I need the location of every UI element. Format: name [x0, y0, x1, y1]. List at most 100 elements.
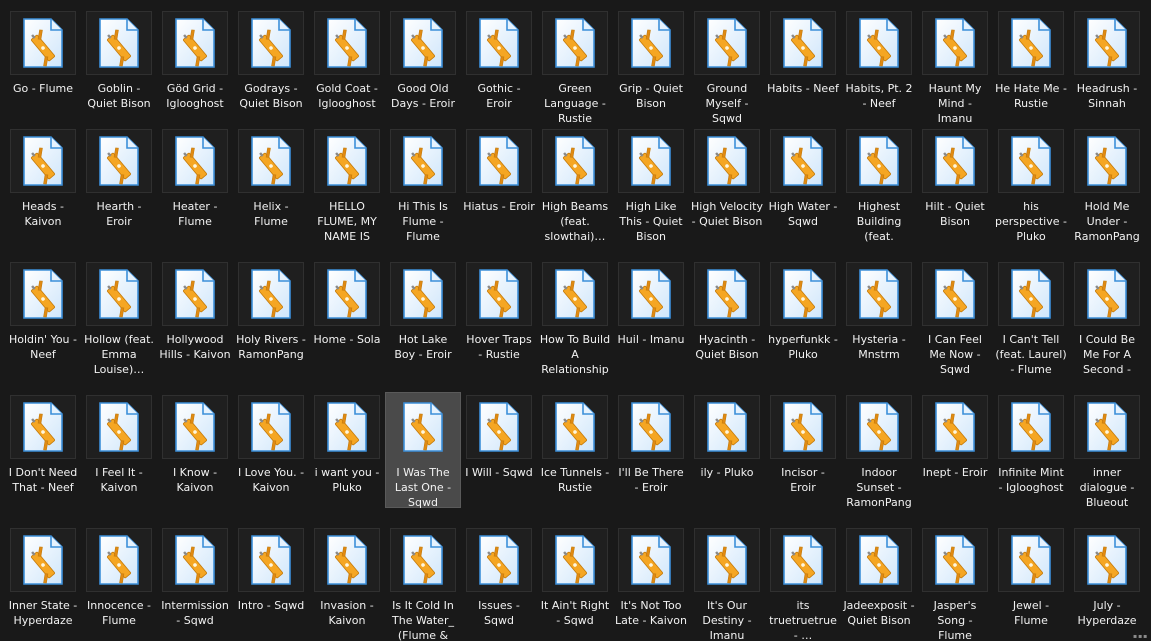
file-item[interactable]: Good Old Days - Eroir [385, 8, 461, 112]
file-thumbnail[interactable] [846, 262, 912, 326]
file-item[interactable]: High Water - Sqwd [765, 126, 841, 230]
file-item[interactable]: Hilt - Quiet Bison [917, 126, 993, 230]
file-thumbnail[interactable] [1074, 129, 1140, 193]
file-thumbnail[interactable] [238, 395, 304, 459]
file-thumbnail[interactable] [998, 262, 1064, 326]
file-item[interactable]: I Love You. - Kaivon [233, 392, 309, 496]
file-item[interactable]: Hover Traps - Rustie [461, 259, 537, 363]
file-thumbnail[interactable] [10, 528, 76, 592]
file-item[interactable]: its truetruetrue - … [765, 525, 841, 641]
file-thumbnail[interactable] [10, 262, 76, 326]
file-item[interactable]: Home - Sola [309, 259, 385, 348]
file-thumbnail[interactable] [922, 11, 988, 75]
file-item[interactable]: Hysteria - Mnstrm [841, 259, 917, 363]
file-item[interactable]: Go - Flume [5, 8, 81, 97]
file-item[interactable]: I Will - Sqwd [461, 392, 537, 481]
file-thumbnail[interactable] [390, 129, 456, 193]
file-item[interactable]: hyperfunkk - Pluko [765, 259, 841, 363]
file-thumbnail[interactable] [618, 395, 684, 459]
file-item[interactable]: Is It Cold In The Water_ (Flume & [385, 525, 461, 641]
file-thumbnail[interactable] [86, 11, 152, 75]
file-thumbnail[interactable] [618, 528, 684, 592]
file-thumbnail[interactable] [10, 129, 76, 193]
file-item[interactable]: Issues - Sqwd [461, 525, 537, 629]
file-item[interactable]: Invasion - Kaivon [309, 525, 385, 629]
file-item[interactable]: Green Language - Rustie [537, 8, 613, 127]
file-thumbnail[interactable] [618, 129, 684, 193]
file-thumbnail[interactable] [922, 395, 988, 459]
file-thumbnail[interactable] [1074, 11, 1140, 75]
file-thumbnail[interactable] [694, 129, 760, 193]
file-item[interactable]: Infinite Mint - Iglooghost [993, 392, 1069, 496]
file-thumbnail[interactable] [86, 262, 152, 326]
file-item[interactable]: Inept - Eroir [917, 392, 993, 481]
file-item[interactable]: i want you - Pluko [309, 392, 385, 496]
file-thumbnail[interactable] [162, 262, 228, 326]
file-thumbnail[interactable] [314, 262, 380, 326]
file-item[interactable]: Hollow (feat. Emma Louise)… [81, 259, 157, 378]
file-item[interactable]: Gothic - Eroir [461, 8, 537, 112]
file-item[interactable]: HELLO FLUME, MY NAME IS GRANT - … [309, 126, 385, 245]
file-item[interactable]: How To Build A Relationship (feat. JP… [537, 259, 613, 378]
file-thumbnail[interactable] [86, 395, 152, 459]
file-item[interactable]: Jadeexposit - Quiet Bison [841, 525, 917, 629]
file-item[interactable]: Hi This Is Flume - Flume [385, 126, 461, 245]
file-thumbnail[interactable] [10, 395, 76, 459]
file-thumbnail[interactable] [846, 129, 912, 193]
file-item[interactable]: Helix - Flume [233, 126, 309, 230]
file-thumbnail[interactable] [694, 528, 760, 592]
file-item[interactable]: I Feel It - Kaivon [81, 392, 157, 496]
file-item[interactable]: I Was The Last One - Sqwd [385, 392, 461, 509]
file-item[interactable]: Hiatus - Eroir [461, 126, 537, 215]
file-item[interactable]: Jewel - Flume [993, 525, 1069, 629]
file-item[interactable]: Godrays - Quiet Bison [233, 8, 309, 112]
file-thumbnail[interactable] [10, 11, 76, 75]
file-thumbnail[interactable] [922, 262, 988, 326]
file-item[interactable]: Intermission - Sqwd [157, 525, 233, 629]
file-item[interactable]: Heads - Kaivon [5, 126, 81, 230]
file-thumbnail[interactable] [238, 11, 304, 75]
file-item[interactable]: Innocence - Flume [81, 525, 157, 629]
file-thumbnail[interactable] [86, 129, 152, 193]
file-thumbnail[interactable] [1074, 528, 1140, 592]
file-thumbnail[interactable] [86, 528, 152, 592]
file-item[interactable]: Hold Me Under - RamonPang [1069, 126, 1145, 245]
file-thumbnail[interactable] [314, 395, 380, 459]
file-thumbnail[interactable] [238, 528, 304, 592]
file-thumbnail[interactable] [466, 395, 532, 459]
file-item[interactable]: Huil - Imanu [613, 259, 689, 348]
file-thumbnail[interactable] [542, 528, 608, 592]
file-thumbnail[interactable] [922, 528, 988, 592]
file-item[interactable]: Hot Lake Boy - Eroir [385, 259, 461, 363]
file-thumbnail[interactable] [1074, 262, 1140, 326]
file-thumbnail[interactable] [694, 11, 760, 75]
file-thumbnail[interactable] [1074, 395, 1140, 459]
file-item[interactable]: I Can Feel Me Now - Sqwd [917, 259, 993, 378]
file-item[interactable]: July - Hyperdaze [1069, 525, 1145, 629]
file-thumbnail[interactable] [846, 11, 912, 75]
file-item[interactable]: It's Our Destiny - Imanu [689, 525, 765, 641]
file-item[interactable]: Highest Building (feat. Oklou)… [841, 126, 917, 245]
file-thumbnail[interactable] [770, 528, 836, 592]
file-thumbnail[interactable] [238, 129, 304, 193]
file-item[interactable]: It Ain't Right - Sqwd [537, 525, 613, 629]
file-item[interactable]: his perspective - Pluko [993, 126, 1069, 245]
file-item[interactable]: ily - Pluko [689, 392, 765, 481]
file-item[interactable]: I Don't Need That - Neef [5, 392, 81, 496]
file-item[interactable]: Intro - Sqwd [233, 525, 309, 614]
file-item[interactable]: Heater - Flume [157, 126, 233, 230]
file-item[interactable]: Grip - Quiet Bison [613, 8, 689, 112]
file-thumbnail[interactable] [694, 395, 760, 459]
file-thumbnail[interactable] [314, 11, 380, 75]
file-thumbnail[interactable] [314, 528, 380, 592]
file-item[interactable]: Hyacinth - Quiet Bison [689, 259, 765, 363]
file-thumbnail[interactable] [162, 528, 228, 592]
file-thumbnail[interactable] [466, 262, 532, 326]
file-thumbnail[interactable] [998, 129, 1064, 193]
file-thumbnail[interactable] [542, 395, 608, 459]
file-item[interactable]: I Know - Kaivon [157, 392, 233, 496]
file-item[interactable]: Indoor Sunset - RamonPang [841, 392, 917, 511]
file-thumbnail[interactable] [542, 11, 608, 75]
file-thumbnail[interactable] [162, 11, 228, 75]
file-item[interactable]: High Velocity - Quiet Bison [689, 126, 765, 230]
